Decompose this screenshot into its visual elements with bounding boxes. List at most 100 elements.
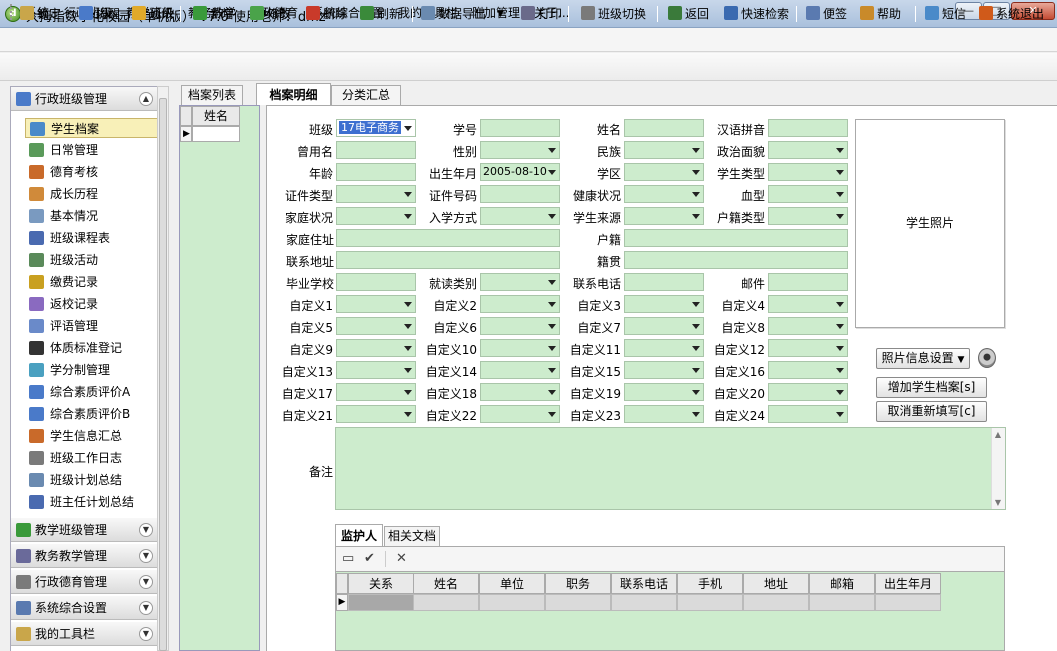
toolbar-exit-button[interactable]: 系统退出	[979, 5, 1044, 23]
toolbar-help-button[interactable]: 帮助	[860, 5, 901, 23]
custom-12-field[interactable]	[768, 339, 848, 357]
custom-4-field[interactable]	[768, 295, 848, 313]
sidebar-item-yen[interactable]: 缴费记录	[25, 272, 161, 292]
sidebar-item-timetable[interactable]: 班级课程表	[25, 228, 161, 248]
custom-7-field[interactable]	[624, 317, 704, 335]
name-field[interactable]	[624, 119, 704, 137]
sidebar-item-activity[interactable]: 班级活动	[25, 250, 161, 270]
tab-summary[interactable]: 分类汇总	[331, 85, 401, 105]
sidebar-item-evaluation-b[interactable]: 综合素质评价B	[25, 404, 161, 424]
grid-cell[interactable]	[875, 594, 941, 611]
grid-cell[interactable]	[809, 594, 875, 611]
grid-header[interactable]: 地址	[743, 573, 809, 594]
email-field[interactable]	[768, 273, 848, 291]
custom-6-field[interactable]	[480, 317, 560, 335]
group-admin-class[interactable]: 行政班级管理 ▲	[11, 87, 159, 111]
grad-school-field[interactable]	[336, 273, 416, 291]
custom-23-field[interactable]	[624, 405, 704, 423]
sidebar-scroll-thumb[interactable]	[159, 98, 167, 651]
webcam-icon[interactable]	[978, 348, 996, 368]
insert-row-icon[interactable]: ▭	[342, 551, 354, 566]
blood-field[interactable]	[768, 185, 848, 203]
birth-field[interactable]: 2005-08-10	[480, 163, 560, 181]
scroll-up-icon[interactable]: ▲	[992, 430, 1004, 439]
toolbar-reminder-button[interactable]: 提醒	[79, 5, 120, 23]
grid-header[interactable]: 联系电话	[611, 573, 677, 594]
custom-9-field[interactable]	[336, 339, 416, 357]
former-name-field[interactable]	[336, 141, 416, 159]
chevron-down-icon[interactable]: ▼	[139, 575, 153, 589]
tab-list[interactable]: 档案列表	[181, 85, 243, 105]
custom-2-field[interactable]	[480, 295, 560, 313]
sidebar-item-log[interactable]: 班级工作日志	[25, 448, 161, 468]
group-settings[interactable]: 系统综合设置 ▼	[11, 596, 159, 620]
remark-textarea[interactable]	[335, 427, 1006, 510]
custom-15-field[interactable]	[624, 361, 704, 379]
grid-cell[interactable]	[479, 594, 545, 611]
grid-header[interactable]: 邮箱	[809, 573, 875, 594]
health-field[interactable]	[624, 185, 704, 203]
gender-field[interactable]	[480, 141, 560, 159]
phone-field[interactable]	[624, 273, 704, 291]
group-abc[interactable]: 教务教学管理 ▼	[11, 544, 159, 568]
chevron-down-icon[interactable]: ▼	[139, 627, 153, 641]
sidebar-item-evaluation-a[interactable]: 综合素质评价A	[25, 382, 161, 402]
group-moral[interactable]: 行政德育管理 ▼	[11, 570, 159, 594]
custom-17-field[interactable]	[336, 383, 416, 401]
grid-cell[interactable]	[413, 594, 479, 611]
home-address-field[interactable]	[336, 229, 560, 247]
sidebar-item-teacher-plan[interactable]: 班主任计划总结	[25, 492, 161, 512]
sidebar-item-comment[interactable]: 评语管理	[25, 316, 161, 336]
sidebar-item-credit[interactable]: 学分制管理	[25, 360, 161, 380]
ethnicity-field[interactable]	[624, 141, 704, 159]
custom-18-field[interactable]	[480, 383, 560, 401]
custom-13-field[interactable]	[336, 361, 416, 379]
custom-21-field[interactable]	[336, 405, 416, 423]
chevron-down-icon[interactable]: ▼	[139, 601, 153, 615]
scroll-down-icon[interactable]: ▼	[992, 498, 1004, 507]
student-type-field[interactable]	[768, 163, 848, 181]
toolbar-export-button[interactable]: 数据导出	[421, 5, 486, 23]
age-field[interactable]	[336, 163, 416, 181]
toolbar-check-button[interactable]: 修改	[250, 5, 291, 23]
district-field[interactable]	[624, 163, 704, 181]
custom-5-field[interactable]	[336, 317, 416, 335]
grid-header[interactable]: 单位	[479, 573, 545, 594]
reset-form-button[interactable]: 取消重新填写[c]	[876, 401, 987, 422]
sidebar-item-moral-check[interactable]: 德育考核	[25, 162, 161, 182]
grid-header[interactable]: 关系	[348, 573, 414, 594]
sidebar-item-info[interactable]: 基本情况	[25, 206, 161, 226]
toolbar-add-button[interactable]: 新增	[193, 5, 234, 23]
custom-1-field[interactable]	[336, 295, 416, 313]
pinyin-field[interactable]	[768, 119, 848, 137]
chevron-down-icon[interactable]: ▼	[139, 549, 153, 563]
grid-cell[interactable]	[348, 594, 414, 611]
grid-header[interactable]: 职务	[545, 573, 611, 594]
grid-cell[interactable]	[545, 594, 611, 611]
cancel-icon[interactable]: ✕	[396, 551, 407, 566]
sidebar-item-football[interactable]: 体质标准登记	[25, 338, 161, 358]
sidebar-item-summary[interactable]: 学生信息汇总	[25, 426, 161, 446]
custom-10-field[interactable]	[480, 339, 560, 357]
sidebar-item-student-file[interactable]: 学生档案	[25, 118, 161, 138]
remark-scrollbar[interactable]: ▲ ▼	[991, 428, 1005, 509]
toolbar-chat-button[interactable]: 通讯	[132, 5, 173, 23]
toolbar-switch-button[interactable]: 班级切换	[581, 5, 646, 23]
chevron-up-icon[interactable]: ▲	[139, 92, 153, 106]
grid-cell[interactable]	[743, 594, 809, 611]
list-cell[interactable]	[192, 126, 240, 142]
sidebar-item-growth[interactable]: 成长历程	[25, 184, 161, 204]
grid-header[interactable]: 出生年月	[875, 573, 941, 594]
class-label-field[interactable]: 17电子商务	[336, 119, 416, 137]
toolbar-sms-button[interactable]: 短信	[925, 5, 966, 23]
custom-22-field[interactable]	[480, 405, 560, 423]
tab-documents[interactable]: 相关文档	[384, 526, 440, 546]
custom-24-field[interactable]	[768, 405, 848, 423]
custom-14-field[interactable]	[480, 361, 560, 379]
chevron-down-icon[interactable]: ▼	[139, 523, 153, 537]
tab-detail[interactable]: 档案明细	[256, 83, 331, 105]
study-type-field[interactable]	[480, 273, 560, 291]
enroll-method-field[interactable]	[480, 207, 560, 225]
toolbar-delete-button[interactable]: 删除	[306, 5, 347, 23]
grid-header[interactable]: 姓名	[413, 573, 479, 594]
